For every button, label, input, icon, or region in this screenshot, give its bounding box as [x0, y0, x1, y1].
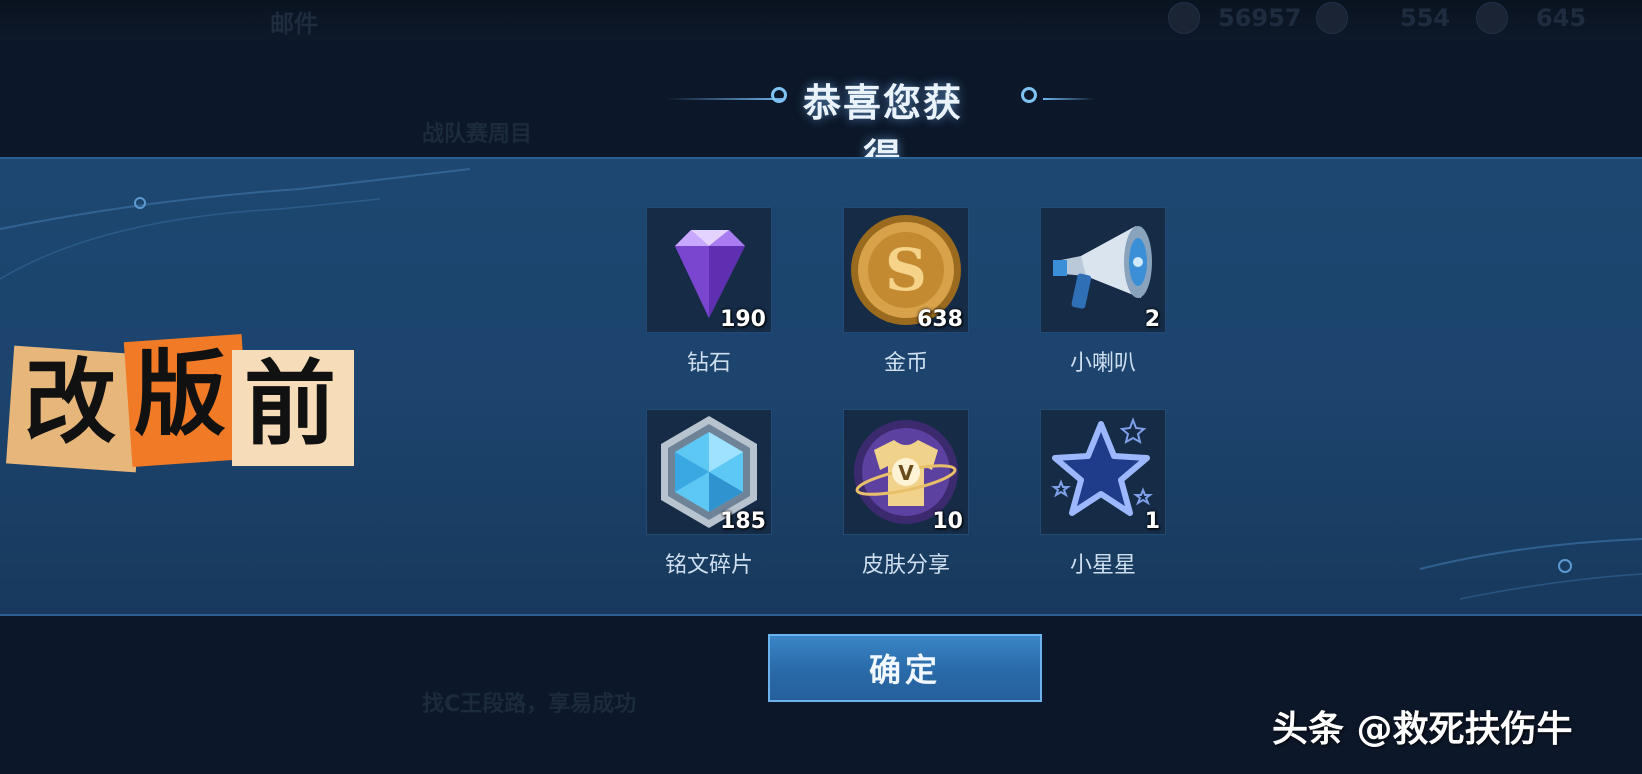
reward-item-megaphone[interactable]: 2 小喇叭 — [1040, 207, 1166, 377]
reward-item-star[interactable]: 1 小星星 — [1040, 409, 1166, 579]
item-quantity: 190 — [720, 307, 766, 332]
sticker-char: 前 — [244, 350, 337, 458]
gold-resource-value: 56957 — [1218, 4, 1302, 32]
item-name: 小星星 — [1069, 553, 1136, 578]
item-quantity: 2 — [1144, 307, 1160, 332]
item-name: 皮肤分享 — [861, 553, 950, 578]
item-quantity: 185 — [720, 509, 766, 534]
reward-item-diamond[interactable]: 190 钻石 — [646, 207, 772, 377]
top-status-bar: 邮件 56957 554 645 — [0, 0, 1642, 40]
item-quantity: 1 — [1144, 509, 1160, 534]
sticker-char: 改 — [24, 348, 117, 456]
diamond-resource-value: 645 — [1536, 4, 1587, 32]
confirm-button[interactable]: 确定 — [768, 634, 1042, 702]
coupon-resource-icon — [1316, 2, 1348, 34]
reward-item-gold[interactable]: S 638 金币 — [843, 207, 969, 377]
item-name: 金币 — [883, 351, 928, 376]
reward-tile: V 10 — [843, 409, 969, 535]
reward-tile: 190 — [646, 207, 772, 333]
title-ornament-right-icon — [1021, 87, 1037, 103]
sticker-char: 版 — [134, 340, 227, 448]
item-name: 小喇叭 — [1069, 351, 1136, 376]
item-quantity: 638 — [917, 307, 963, 332]
diamond-resource-icon — [1476, 2, 1508, 34]
item-quantity: 10 — [932, 509, 963, 534]
svg-text:S: S — [885, 236, 927, 304]
reward-item-inscription[interactable]: 185 铭文碎片 — [646, 409, 772, 579]
reward-tile: 185 — [646, 409, 772, 535]
reward-tile: S 638 — [843, 207, 969, 333]
reward-tile: 1 — [1040, 409, 1166, 535]
svg-text:V: V — [898, 461, 914, 485]
title-divider-right — [1043, 98, 1095, 100]
coupon-resource-value: 554 — [1400, 4, 1451, 32]
item-name: 钻石 — [686, 351, 731, 376]
gold-resource-icon — [1168, 2, 1200, 34]
title-ornament-left-icon — [771, 87, 787, 103]
reward-item-skin-share[interactable]: V 10 皮肤分享 — [843, 409, 969, 579]
reward-tile: 2 — [1040, 207, 1166, 333]
title-divider-left — [665, 98, 785, 100]
background-label-bottom: 找C王段路，享易成功 — [422, 692, 637, 717]
background-label: 战队赛周目 — [422, 122, 533, 147]
item-name: 铭文碎片 — [664, 553, 753, 578]
dialog-title-bar: 恭喜您获得 — [665, 70, 1095, 180]
before-revision-sticker: 改 版 前 — [6, 334, 360, 488]
mail-label: 邮件 — [270, 10, 318, 38]
watermark: 头条 @救死扶伤牛 — [1272, 709, 1573, 750]
